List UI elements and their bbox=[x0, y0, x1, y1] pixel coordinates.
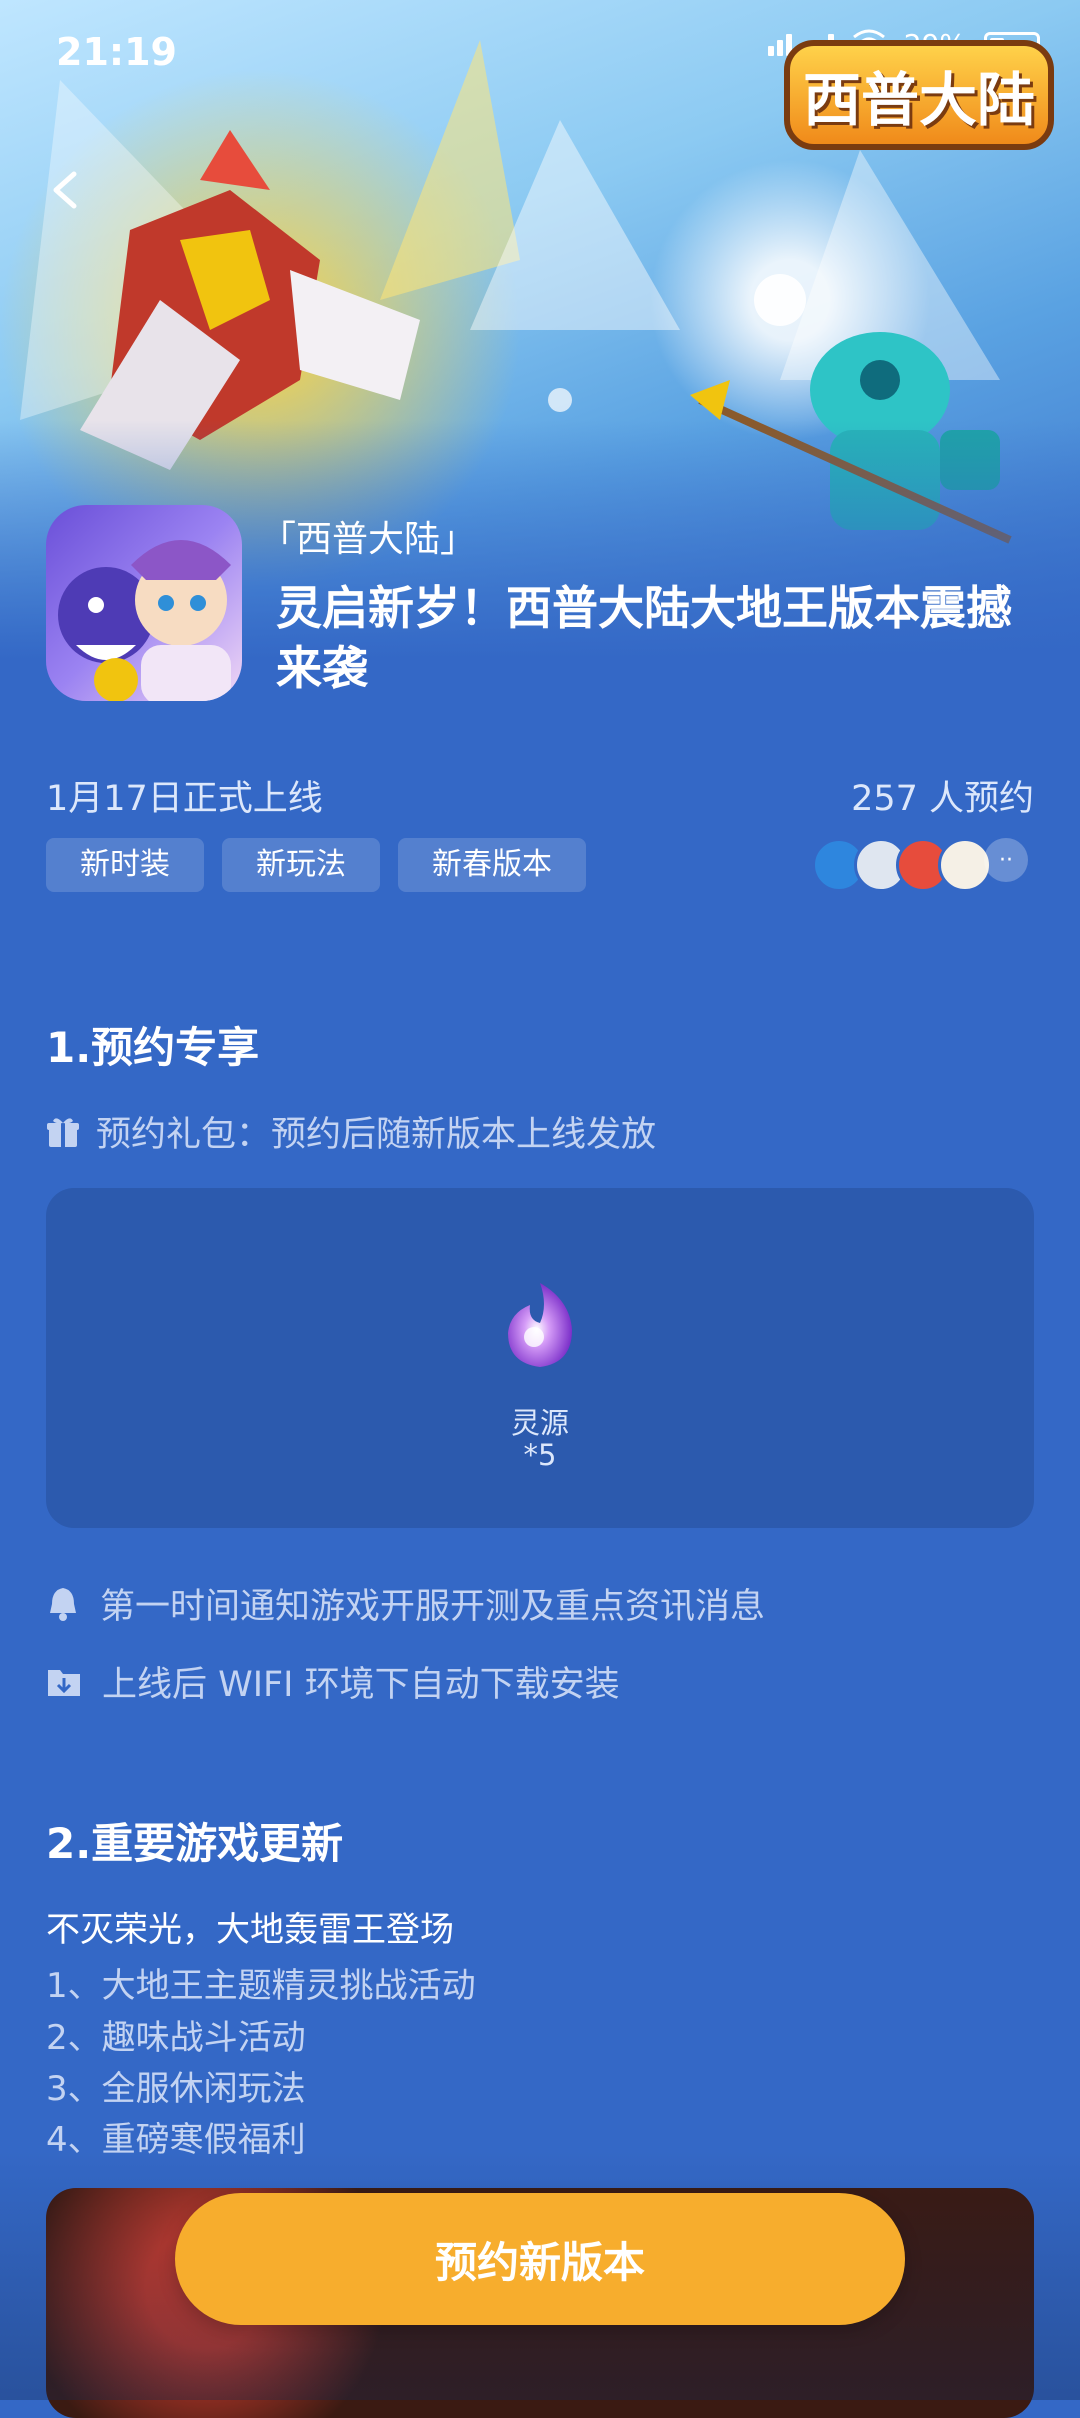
gift-pack-text: 预约礼包：预约后随新版本上线发放 bbox=[96, 1115, 657, 1155]
update-headline: 不灭荣光，大地轰雷王登场 bbox=[46, 1910, 454, 1950]
gift-item-name: 灵源 bbox=[510, 1406, 569, 1440]
flame-orb-icon bbox=[508, 1283, 572, 1367]
tag[interactable]: 新玩法 bbox=[222, 838, 380, 892]
notify-benefit: 第一时间通知游戏开服开测及重点资讯消息 bbox=[46, 1578, 765, 1629]
reserved-user-avatars[interactable]: ·· bbox=[812, 838, 1028, 892]
reservation-count: 257 人预约 bbox=[851, 779, 1034, 819]
back-arrow-icon bbox=[53, 171, 77, 209]
back-button[interactable] bbox=[36, 160, 96, 220]
section-title-reserve: 1.预约专享 bbox=[46, 1023, 260, 1072]
notify-text: 第一时间通知游戏开服开测及重点资讯消息 bbox=[100, 1587, 766, 1627]
download-folder-icon bbox=[48, 1669, 80, 1696]
gift-pack-info: 预约礼包：预约后随新版本上线发放 bbox=[46, 1106, 656, 1157]
tag[interactable]: 新春版本 bbox=[398, 838, 586, 892]
gift-icon bbox=[47, 1117, 79, 1147]
auto-download-text: 上线后 WIFI 环境下自动下载安装 bbox=[102, 1665, 620, 1705]
reserve-new-version-button[interactable]: 预约新版本 bbox=[175, 2193, 905, 2325]
status-time: 21:19 bbox=[56, 30, 177, 74]
section-title-update: 2.重要游戏更新 bbox=[46, 1819, 344, 1868]
bell-icon bbox=[50, 1587, 76, 1621]
tag[interactable]: 新时装 bbox=[46, 838, 204, 892]
update-item: 3、全服休闲玩法 bbox=[46, 2069, 306, 2109]
page-title: 灵启新岁！西普大陆大地王版本震撼来袭 bbox=[276, 581, 1012, 695]
game-name-bracket: 「西普大陆」 bbox=[260, 519, 477, 560]
gift-item-count: *5 bbox=[523, 1438, 557, 1472]
tag-list: 新时装 新玩法 新春版本 bbox=[46, 838, 586, 892]
game-logo: 西普大陆 bbox=[784, 40, 1054, 150]
app-icon bbox=[46, 505, 242, 701]
auto-download-benefit: 上线后 WIFI 环境下自动下载安装 bbox=[46, 1656, 620, 1707]
update-item: 1、大地王主题精灵挑战活动 bbox=[46, 1966, 476, 2006]
update-item: 2、趣味战斗活动 bbox=[46, 2018, 306, 2058]
more-avatars-icon: ·· bbox=[984, 838, 1028, 882]
